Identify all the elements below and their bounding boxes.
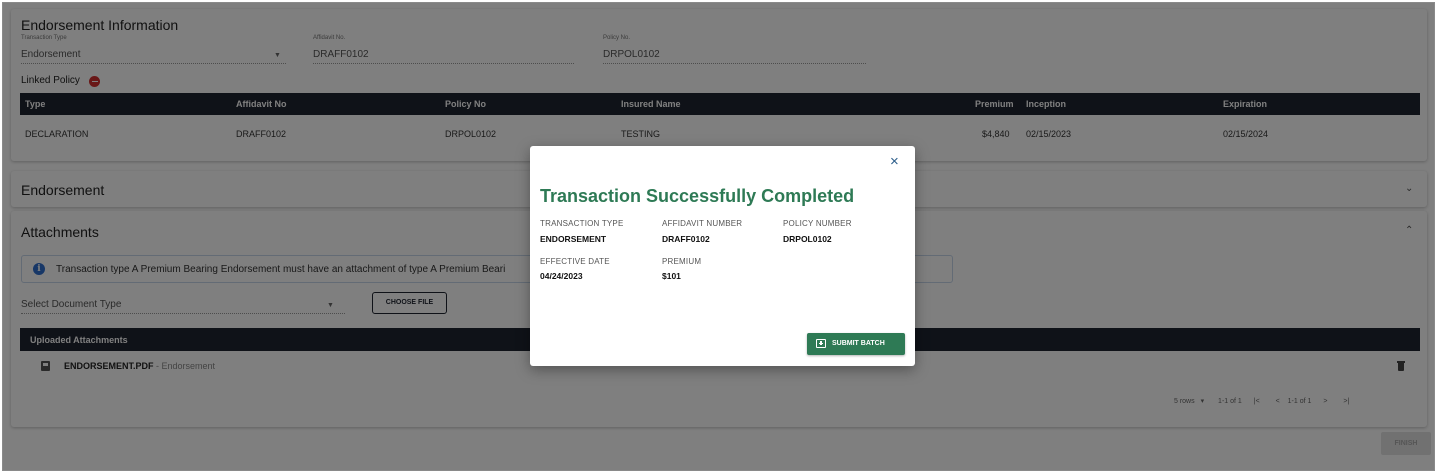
submit-batch-icon [816, 339, 826, 348]
effective-date-label: EFFECTIVE DATE [540, 257, 610, 266]
premium-label: PREMIUM [662, 257, 702, 266]
affidavit-number-value: DRAFF0102 [662, 234, 710, 244]
submit-batch-label: SUBMIT BATCH [832, 340, 885, 347]
effective-date-value: 04/24/2023 [540, 271, 583, 281]
dialog-title: Transaction Successfully Completed [540, 186, 855, 206]
transaction-type-label: TRANSACTION TYPE [540, 219, 624, 228]
policy-number-value: DRPOL0102 [783, 234, 832, 244]
affidavit-number-label: AFFIDAVIT NUMBER [662, 219, 743, 228]
close-icon[interactable]: × [890, 153, 899, 170]
premium-value: $101 [662, 271, 681, 281]
transaction-success-dialog: × Transaction Successfully Completed TRA… [530, 146, 915, 366]
policy-number-label: POLICY NUMBER [783, 219, 852, 228]
transaction-type-value: ENDORSEMENT [540, 234, 607, 244]
app-frame: Endorsement Information Transaction Type… [2, 2, 1435, 471]
submit-batch-button[interactable]: SUBMIT BATCH [807, 333, 905, 355]
